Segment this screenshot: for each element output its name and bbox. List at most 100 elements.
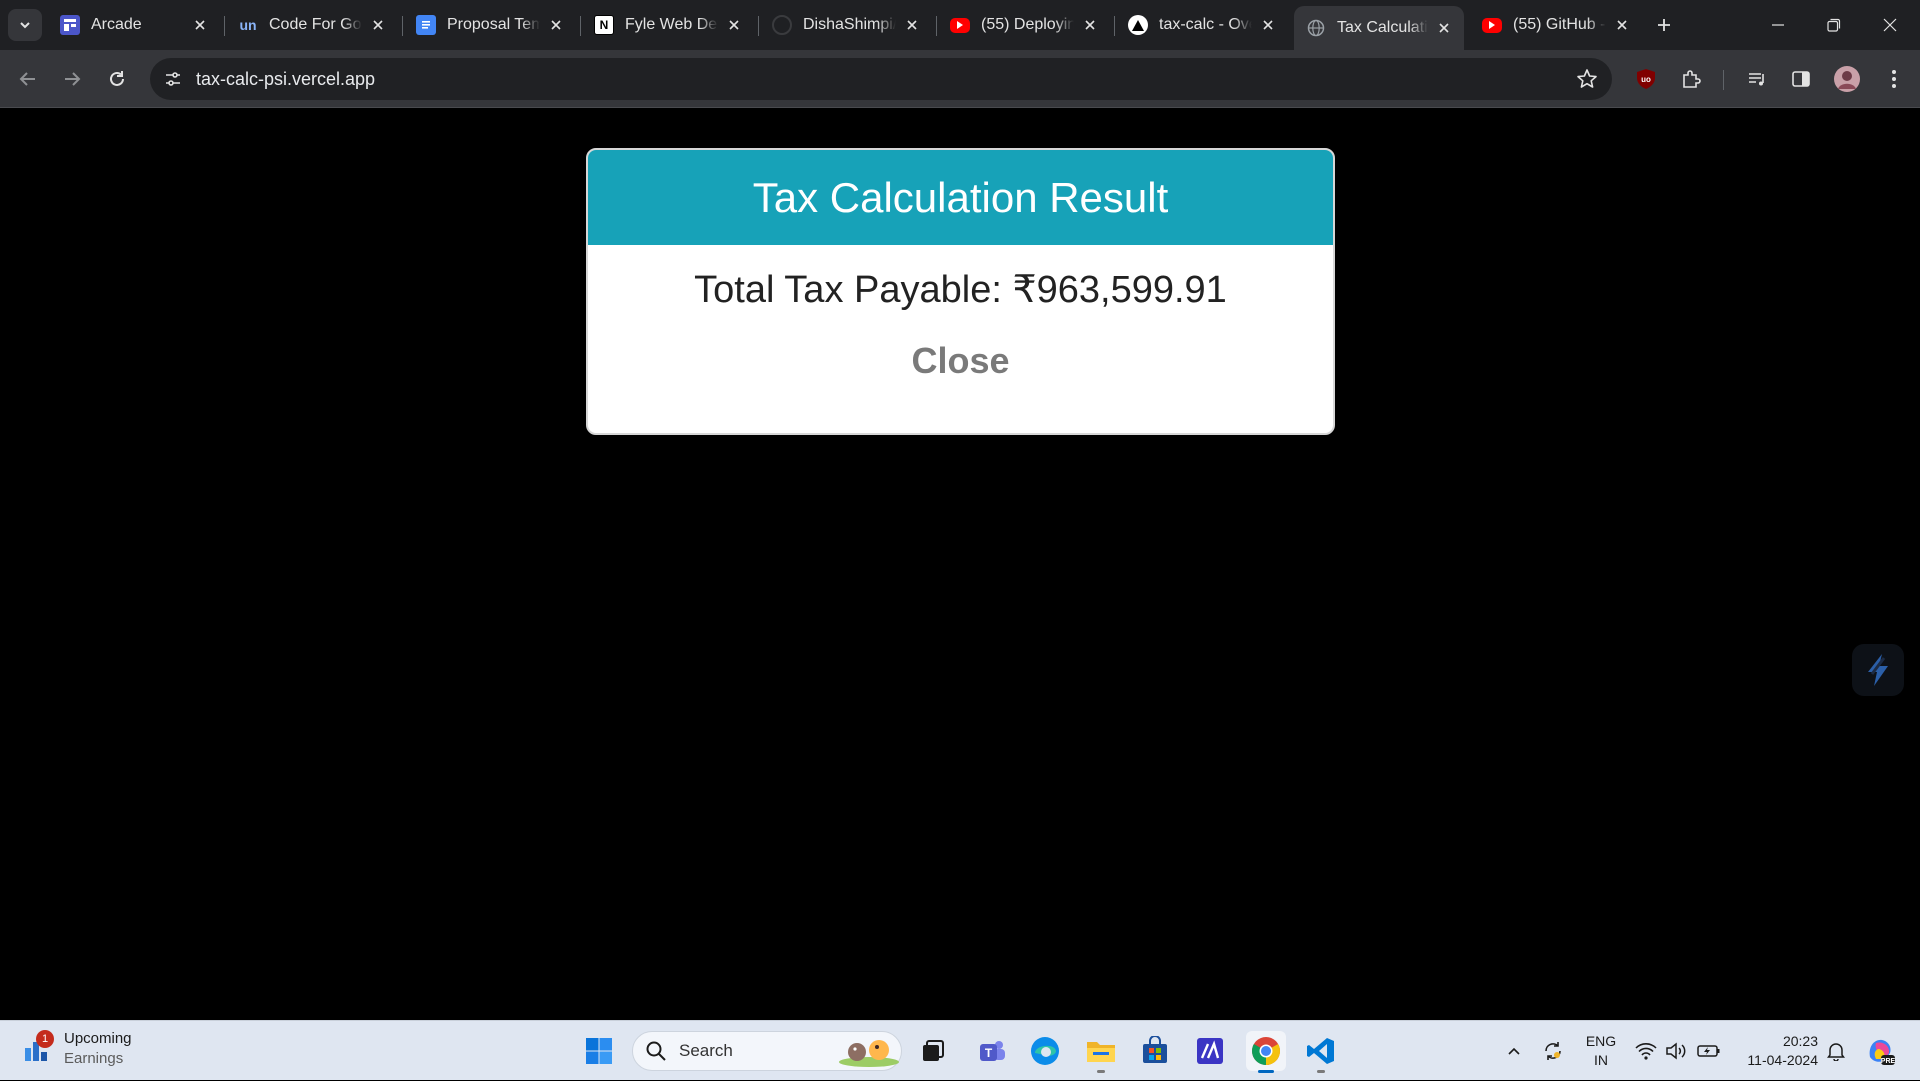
stock-chart-icon: 1 [22,1030,54,1064]
close-window-button[interactable] [1862,0,1918,50]
tab-separator [758,16,759,36]
close-tab-icon[interactable] [1258,15,1278,35]
ublock-extension-icon[interactable]: uo [1631,64,1661,94]
wifi-icon[interactable] [1632,1021,1660,1081]
site-info-button[interactable] [158,64,188,94]
notification-bell-icon[interactable] [1822,1021,1850,1081]
tab-strip: Arcade un Code For Gov Proposal Tem N Fy… [0,0,1920,50]
svg-text:T: T [985,1046,993,1060]
clock-date: 11-04-2024 [1747,1052,1818,1068]
tab-separator [936,16,937,36]
tab-proposal[interactable]: Proposal Tem [404,6,576,44]
close-button[interactable]: Close [911,340,1009,382]
tab-title: Tax Calculatio [1337,19,1428,36]
close-tab-icon[interactable] [190,15,210,35]
copilot-icon[interactable]: PRE [1862,1021,1898,1081]
youtube-icon [1482,17,1502,33]
github-icon [772,15,792,35]
tab-search-button[interactable] [8,9,42,41]
arrow-right-icon [65,72,81,86]
lightning-icon [1868,654,1888,686]
profile-avatar[interactable] [1832,64,1862,94]
browser-toolbar: tax-calc-psi.vercel.app uo [0,50,1920,108]
bookmark-star-icon[interactable] [1576,68,1598,95]
task-view-icon[interactable] [913,1031,953,1071]
search-icon [646,1041,666,1061]
plus-icon [1658,19,1670,31]
microsoft-store-icon[interactable] [1135,1031,1175,1071]
input-language-indicator[interactable]: ENG IN [1578,1032,1624,1070]
system-clock[interactable]: 20:23 11-04-2024 [1730,1032,1818,1070]
show-hidden-icons[interactable] [1500,1021,1528,1081]
running-indicator [1317,1070,1325,1073]
tab-title: Proposal Tem [447,16,540,33]
forward-button[interactable] [56,63,88,95]
toolbar-divider [1723,70,1724,90]
tax-result-modal: Tax Calculation Result Total Tax Payable… [586,148,1335,435]
tab-title: Code For Gov [269,16,362,33]
globe-icon [1306,18,1326,38]
running-indicator [1258,1070,1274,1073]
svg-text:PRE: PRE [1881,1058,1896,1065]
chrome-menu-icon[interactable] [1879,64,1909,94]
media-control-icon[interactable] [1742,64,1772,94]
chrome-icon[interactable] [1246,1031,1286,1073]
google-docs-icon [416,15,436,35]
tab-youtube-deploying[interactable]: (55) Deployin [938,6,1110,44]
close-tab-icon[interactable] [724,15,744,35]
unstop-icon: un [238,15,258,35]
tab-separator [224,16,225,36]
tab-arcade[interactable]: Arcade [48,6,220,44]
modal-body: Total Tax Payable: ₹963,599.91 Close [588,267,1333,382]
tab-tax-calculation[interactable]: Tax Calculatio [1294,6,1464,50]
youtube-icon [950,17,970,33]
volume-icon[interactable] [1662,1021,1690,1081]
tab-title: Fyle Web Dev [625,16,718,33]
tab-github-repo[interactable]: DishaShimpi/ [760,6,932,44]
close-tab-icon[interactable] [1612,15,1632,35]
sync-icon[interactable] [1538,1021,1568,1081]
file-explorer-icon[interactable] [1081,1031,1121,1073]
new-tab-button[interactable] [1650,11,1678,39]
back-button[interactable] [12,63,44,95]
running-indicator [1097,1070,1105,1073]
floating-extension-widget[interactable] [1852,644,1904,696]
tab-fyle[interactable]: N Fyle Web Dev [582,6,754,44]
reload-button[interactable] [101,63,133,95]
notion-icon: N [594,15,614,35]
tab-code-for-gov[interactable]: un Code For Gov [226,6,398,44]
windows-start-icon[interactable] [579,1031,619,1071]
vpn-icon[interactable] [1190,1031,1230,1071]
arcade-icon [60,15,80,35]
svg-text:uo: uo [1641,75,1651,84]
address-bar[interactable]: tax-calc-psi.vercel.app [150,58,1612,100]
tab-vercel[interactable]: tax-calc - Ove [1116,6,1288,44]
close-tab-icon[interactable] [368,15,388,35]
taskbar-search-box[interactable]: Search [632,1031,902,1071]
tab-youtube-github[interactable]: (55) GitHub - [1470,6,1642,44]
widget-title: Upcoming [64,1030,132,1047]
teams-icon[interactable]: T [972,1031,1012,1071]
close-tab-icon[interactable] [546,15,566,35]
restore-button[interactable] [1806,0,1862,50]
edge-icon[interactable] [1025,1031,1065,1071]
vscode-icon[interactable] [1301,1031,1341,1073]
close-tab-icon[interactable] [1434,18,1454,38]
battery-icon[interactable] [1694,1021,1724,1081]
tab-separator [1114,16,1115,36]
url-text[interactable]: tax-calc-psi.vercel.app [196,69,375,90]
tab-title: tax-calc - Ove [1159,16,1252,33]
extensions-icon[interactable] [1676,64,1706,94]
side-panel-icon[interactable] [1786,64,1816,94]
close-tab-icon[interactable] [1080,15,1100,35]
chevron-down-icon [20,22,30,29]
widgets-button[interactable]: 1 Upcoming Earnings [22,1029,132,1069]
minimize-button[interactable] [1750,0,1806,50]
total-tax-text: Total Tax Payable: ₹963,599.91 [694,269,1227,311]
tab-separator [580,16,581,36]
close-icon [1883,18,1897,32]
tab-title: DishaShimpi/ [803,16,896,33]
tune-icon [166,72,180,86]
close-tab-icon[interactable] [902,15,922,35]
minimize-icon [1772,24,1784,26]
